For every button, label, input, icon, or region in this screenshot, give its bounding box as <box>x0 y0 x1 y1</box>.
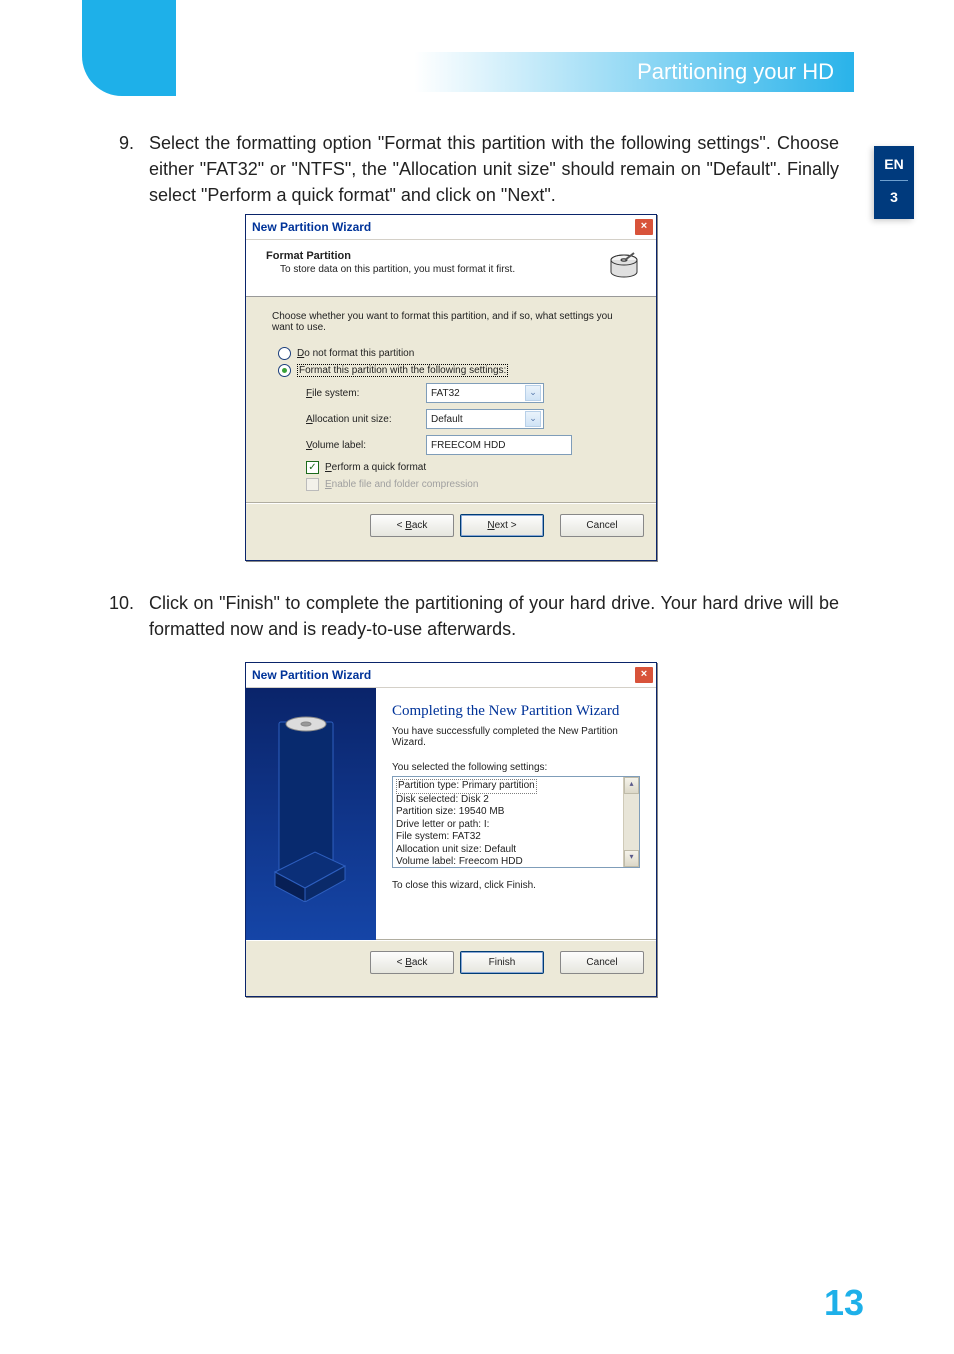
wizard2-title: New Partition Wizard <box>252 668 371 682</box>
step-9-number: 9. <box>100 130 134 156</box>
finish-button[interactable]: Finish <box>460 951 544 974</box>
file-system-value: FAT32 <box>431 388 460 399</box>
side-chapter: 3 <box>874 189 914 205</box>
wizard1-body: Choose whether you want to format this p… <box>246 297 656 503</box>
wizard2-success: You have successfully completed the New … <box>392 726 640 748</box>
wizard1-buttons: < Back Next > Cancel <box>246 503 656 547</box>
wizard-completing: New Partition Wizard × <box>245 662 657 997</box>
wizard2-side-graphic <box>246 688 376 940</box>
wizard1-lead: Choose whether you want to format this p… <box>272 311 632 333</box>
checkbox-disabled-icon <box>306 478 319 491</box>
list-item: Partition type: Primary partition <box>396 779 537 794</box>
scroll-up-icon[interactable]: ▴ <box>624 777 639 794</box>
close-icon[interactable]: × <box>634 666 654 684</box>
scroll-down-icon[interactable]: ▾ <box>624 850 639 867</box>
step-10-text: Click on "Finish" to complete the partit… <box>149 590 839 642</box>
step-9: 9. Select the formatting option "Format … <box>100 130 840 208</box>
checkbox-checked-icon <box>306 461 319 474</box>
chevron-down-icon: ⌄ <box>525 385 541 401</box>
radio-format-label: Format this partition with the following… <box>297 364 508 377</box>
list-item: Partition size: 19540 MB <box>396 806 621 819</box>
wizard1-subheading: To store data on this partition, you mus… <box>280 264 515 275</box>
wizard-format-partition: New Partition Wizard × Format Partition … <box>245 214 657 561</box>
cancel-button[interactable]: Cancel <box>560 951 644 974</box>
page-corner-tab <box>82 0 176 96</box>
step-9-text: Select the formatting option "Format thi… <box>149 130 839 208</box>
radio-icon <box>278 347 291 360</box>
scrollbar[interactable]: ▴ ▾ <box>623 777 639 867</box>
wizard1-title: New Partition Wizard <box>252 220 371 234</box>
allocation-unit-value: Default <box>431 414 463 425</box>
file-system-combo[interactable]: FAT32 ⌄ <box>426 383 544 403</box>
list-item: File system: FAT32 <box>396 831 621 844</box>
allocation-unit-combo[interactable]: Default ⌄ <box>426 409 544 429</box>
radio-format-with-settings[interactable]: Format this partition with the following… <box>278 364 632 377</box>
row-file-system: File system: FAT32 ⌄ <box>306 383 632 403</box>
back-button[interactable]: < Back <box>370 514 454 537</box>
row-allocation-unit: Allocation unit size: Default ⌄ <box>306 409 632 429</box>
step-10: 10. Click on "Finish" to complete the pa… <box>100 590 840 642</box>
list-item: Allocation unit size: Default <box>396 844 621 857</box>
wizard1-titlebar[interactable]: New Partition Wizard × <box>246 215 656 240</box>
radio-do-not-format[interactable]: Do not format this partition <box>278 347 632 360</box>
wizard2-titlebar[interactable]: New Partition Wizard × <box>246 663 656 688</box>
wizard2-buttons: < Back Finish Cancel <box>246 940 656 984</box>
next-button[interactable]: Next > <box>460 514 544 537</box>
header-title: Partitioning your HD <box>637 59 834 85</box>
list-item: Volume label: Freecom HDD <box>396 856 621 868</box>
row-volume-label: Volume label: FREECOM HDD <box>306 435 632 455</box>
checkbox-quick-format[interactable]: Perform a quick format <box>306 461 632 474</box>
close-icon[interactable]: × <box>634 218 654 236</box>
radio-selected-icon <box>278 364 291 377</box>
side-language-badge: EN 3 <box>874 146 914 219</box>
cancel-button[interactable]: Cancel <box>560 514 644 537</box>
wizard2-close-hint: To close this wizard, click Finish. <box>392 880 640 891</box>
list-item: Drive letter or path: I: <box>396 819 621 832</box>
side-divider <box>880 180 908 181</box>
chevron-down-icon: ⌄ <box>525 411 541 427</box>
step-10-number: 10. <box>100 590 134 616</box>
wizard1-heading: Format Partition <box>266 250 515 262</box>
wizard2-welcome: Completing the New Partition Wizard <box>392 702 640 720</box>
disk-icon <box>606 250 642 286</box>
wizard1-header: Format Partition To store data on this p… <box>246 240 656 297</box>
page-number: 13 <box>824 1282 864 1324</box>
wizard2-settings-label: You selected the following settings: <box>392 762 640 773</box>
volume-label-input[interactable]: FREECOM HDD <box>426 435 572 455</box>
wizard2-content: Completing the New Partition Wizard You … <box>376 688 656 940</box>
list-item: Disk selected: Disk 2 <box>396 794 621 807</box>
settings-listbox[interactable]: Partition type: Primary partition Disk s… <box>392 776 640 868</box>
volume-label-value: FREECOM HDD <box>431 440 505 451</box>
checkbox-compression: Enable file and folder compression <box>306 478 632 491</box>
disk-stack-icon <box>271 702 351 902</box>
side-lang: EN <box>874 156 914 172</box>
page-header: Partitioning your HD <box>178 52 854 92</box>
back-button[interactable]: < Back <box>370 951 454 974</box>
